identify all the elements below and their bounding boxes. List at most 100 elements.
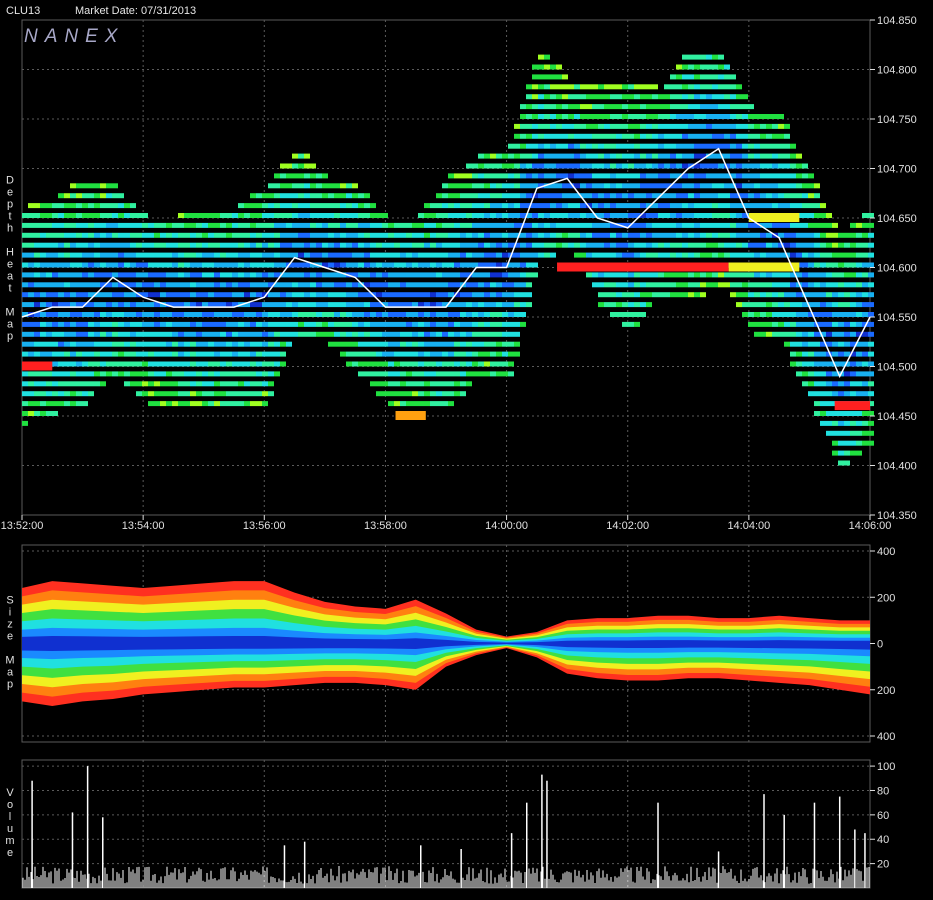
heat-cell — [484, 222, 490, 228]
heat-cell — [544, 114, 550, 119]
heat-cell — [202, 272, 208, 278]
heat-cell — [742, 114, 748, 119]
heat-cell — [664, 143, 670, 149]
heat-cell — [400, 401, 406, 407]
heat-cell — [232, 262, 238, 268]
heat-cell — [568, 123, 574, 129]
heat-cell — [814, 401, 820, 407]
heat-cell — [838, 391, 844, 397]
heat-cell — [310, 173, 316, 179]
heat-cell — [496, 213, 502, 218]
heat-cell — [844, 351, 850, 357]
heat-cell — [88, 183, 94, 189]
heat-cell — [544, 84, 550, 90]
heat-cell — [640, 252, 646, 258]
heat-cell — [430, 371, 436, 377]
heat-cell — [736, 272, 742, 278]
heat-cell — [688, 74, 694, 80]
heat-cell — [52, 232, 58, 238]
heat-cell — [514, 312, 520, 317]
heat-cell — [304, 331, 310, 337]
heat-cell — [574, 163, 580, 169]
heat-cell — [664, 114, 670, 119]
heat-cell — [118, 262, 124, 268]
heat-cell — [628, 282, 634, 288]
heat-cell — [832, 351, 838, 357]
heat-cell — [550, 242, 556, 248]
heat-cell — [484, 272, 490, 278]
heat-cell — [376, 351, 382, 357]
heat-cell — [778, 114, 784, 119]
heat-cell — [148, 272, 154, 278]
heat-cell — [220, 213, 226, 218]
heat-cell — [40, 292, 46, 298]
heat-cell — [610, 203, 616, 209]
heat-cell — [190, 282, 196, 288]
heat-cell — [634, 312, 640, 317]
heat-cell — [340, 292, 346, 298]
heat-cell — [616, 193, 622, 199]
heat-cell — [250, 391, 256, 397]
heat-cell — [172, 262, 178, 268]
heat-cell — [586, 173, 592, 179]
heat-cell — [256, 381, 262, 387]
heat-cell — [712, 114, 718, 119]
heat-cell — [46, 272, 52, 278]
heat-cell — [622, 292, 628, 298]
heat-cell — [472, 213, 478, 218]
heat-cell — [256, 361, 262, 367]
heat-cell — [808, 331, 814, 337]
heat-cell — [580, 133, 586, 139]
heat-cell — [670, 242, 676, 248]
heat-cell — [136, 331, 142, 337]
heat-cell — [58, 282, 64, 288]
heat-cell — [418, 401, 424, 407]
heat-cell — [754, 292, 760, 298]
heat-cell — [586, 84, 592, 90]
heat-cell — [856, 262, 862, 268]
heat-cell — [352, 262, 358, 268]
heat-cell — [220, 331, 226, 337]
heat-cell — [790, 163, 796, 169]
heat-cell — [406, 401, 412, 407]
heat-cell — [802, 232, 808, 238]
heat-cell — [436, 381, 442, 387]
heat-cell — [226, 391, 232, 397]
heat-cell — [268, 232, 274, 238]
heat-cell — [28, 371, 34, 377]
heat-cell — [862, 420, 868, 426]
heat-cell — [724, 193, 730, 199]
heat-cell — [670, 213, 676, 218]
heat-cell — [58, 193, 64, 199]
depth-y-tick-label: 104.650 — [877, 213, 917, 225]
heat-cell — [250, 302, 256, 308]
heat-cell — [496, 371, 502, 377]
heat-cell — [802, 252, 808, 258]
heat-cell — [154, 381, 160, 387]
heat-cell — [844, 292, 850, 298]
heat-cell — [262, 312, 268, 317]
time-x-tick-label: 14:04:00 — [727, 520, 770, 532]
heat-cell — [646, 272, 652, 278]
heat-cell — [754, 252, 760, 258]
heat-cell — [448, 173, 454, 179]
heat-cell — [544, 153, 550, 159]
heat-cell — [622, 232, 628, 238]
heat-cell — [100, 312, 106, 317]
heat-cell — [556, 173, 562, 179]
heat-cell — [58, 213, 64, 218]
heat-cell — [28, 331, 34, 337]
heat-cell — [34, 222, 40, 228]
heat-cell — [508, 361, 514, 367]
heat-cell — [256, 341, 262, 347]
heat-cell — [448, 401, 454, 407]
heat-cell — [352, 331, 358, 337]
heat-cell — [352, 193, 358, 199]
heat-cell — [280, 282, 286, 288]
heat-cell — [466, 163, 472, 169]
heat-cell — [748, 321, 754, 327]
heat-cell — [106, 292, 112, 298]
heat-cell — [40, 302, 46, 308]
heat-cell — [538, 94, 544, 100]
heat-cell — [868, 371, 874, 377]
